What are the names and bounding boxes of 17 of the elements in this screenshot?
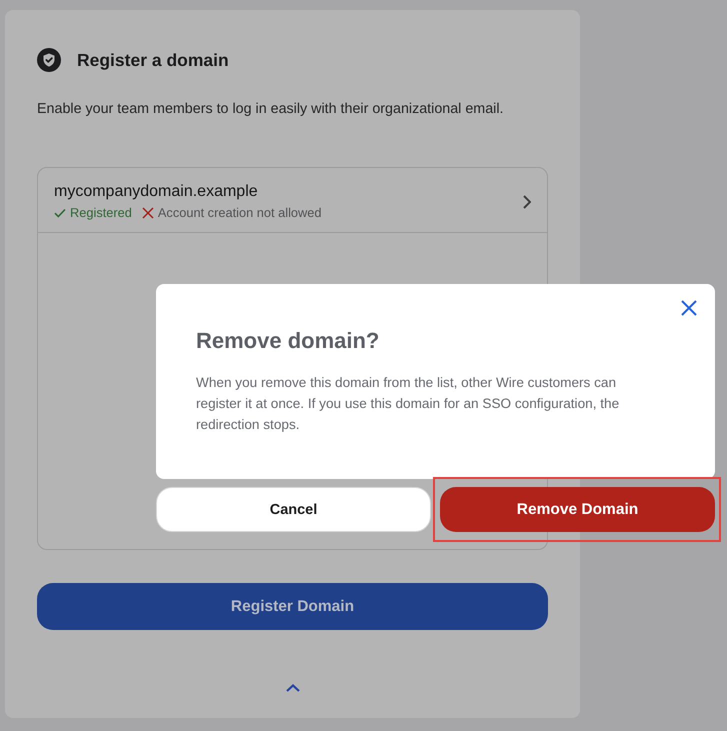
cancel-button[interactable]: Cancel: [156, 487, 431, 532]
cross-icon: [142, 206, 154, 218]
status-label: Registered: [70, 205, 132, 220]
register-domain-button[interactable]: Register Domain: [37, 583, 548, 630]
chevron-up-icon[interactable]: [286, 684, 300, 692]
section-title: Register a domain: [77, 50, 229, 70]
dialog-message: When you remove this domain from the list, other Wire customers can register it at once. If you use this domain for an SSO configuration, the redirection stops.: [196, 374, 620, 434]
status-label: Account creation not allowed: [158, 205, 322, 220]
domain-name: mycompanydomain.example: [54, 183, 259, 201]
shield-check-icon: [37, 48, 61, 72]
close-icon[interactable]: [679, 298, 699, 318]
dialog-title: Remove domain?: [196, 328, 380, 354]
domain-row[interactable]: mycompanydomain.example Registered Account creation not allowed: [38, 168, 547, 233]
remove-domain-button[interactable]: Remove Domain: [440, 487, 715, 532]
chevron-right-icon: [523, 194, 531, 208]
check-icon: [54, 208, 66, 218]
section-description: Enable your team members to log in easily with their organizational email.: [37, 101, 504, 117]
